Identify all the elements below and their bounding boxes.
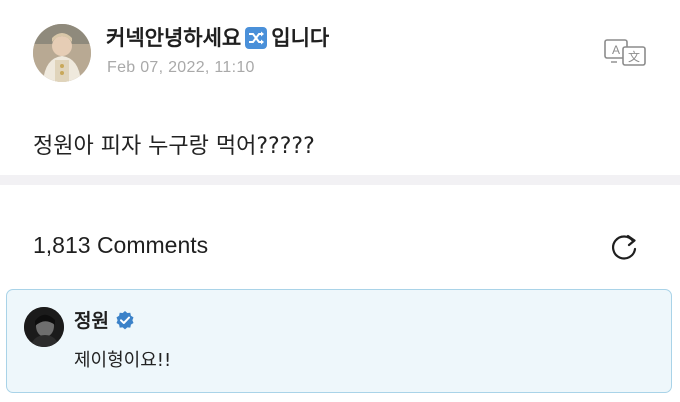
verified-badge-icon	[116, 310, 134, 329]
comment-author-avatar[interactable]	[24, 307, 64, 347]
comment-author-name: 정원	[74, 310, 109, 332]
refresh-button[interactable]	[606, 229, 642, 265]
comment-text: 제이형이요!!	[74, 350, 172, 371]
post-body: 정원아 피자 누구랑 먹어?????	[33, 134, 315, 159]
section-divider	[0, 175, 680, 185]
author-name-suffix: 입니다	[271, 26, 330, 50]
comment-author[interactable]: 정원	[74, 306, 135, 333]
author-avatar[interactable]	[33, 24, 91, 82]
shuffle-emoji-icon	[245, 27, 268, 49]
svg-text:文: 文	[628, 49, 640, 64]
translate-button[interactable]: A 文	[603, 37, 647, 67]
author-name[interactable]: 커넥안녕하세요 입니다	[106, 22, 329, 52]
author-name-prefix: 커넥안녕하세요	[106, 26, 242, 50]
translate-icon: A 文	[604, 39, 646, 66]
svg-text:A: A	[612, 43, 620, 57]
comment-avatar-image	[24, 307, 64, 347]
post-timestamp: Feb 07, 2022, 11:10	[107, 59, 255, 76]
highlighted-comment-card[interactable]: 정원 제이형이요!!	[6, 289, 672, 393]
author-avatar-image	[33, 24, 91, 82]
comments-count: 1,813 Comments	[33, 232, 209, 258]
refresh-icon	[612, 234, 637, 260]
post-header: 커넥안녕하세요 입니다 Feb 07, 2022, 11:10 A 文	[0, 0, 680, 96]
